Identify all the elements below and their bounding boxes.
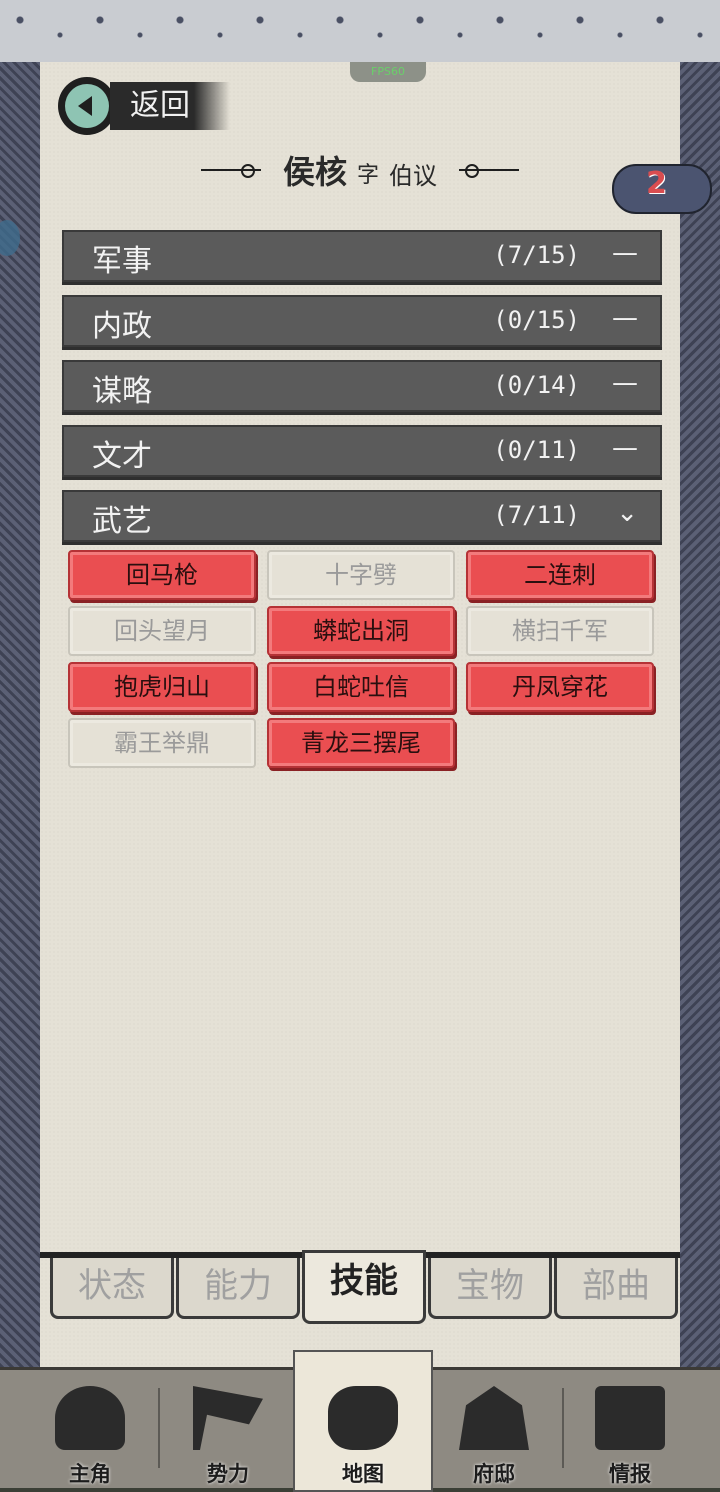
map-icon: [328, 1386, 398, 1450]
nav-label: 地图: [342, 1461, 384, 1486]
tab-bar: 状态 能力 技能 宝物 部曲: [40, 1250, 680, 1330]
nav-mansion[interactable]: 府邸: [426, 1370, 562, 1488]
skill-button[interactable]: 白蛇吐信: [267, 662, 455, 712]
nav-label: 情报: [609, 1461, 651, 1486]
back-arrow-icon: [58, 77, 116, 135]
category-bar[interactable]: 军事 (7/15) —: [62, 230, 662, 282]
nav-map[interactable]: 地图: [293, 1350, 433, 1492]
category-name: 谋略: [92, 374, 152, 409]
skill-button[interactable]: 横扫千军: [466, 606, 654, 656]
category-bar[interactable]: 谋略 (0/14) —: [62, 360, 662, 412]
skill-button[interactable]: 青龙三摆尾: [267, 718, 455, 768]
skill-button[interactable]: 十字劈: [267, 550, 455, 600]
collapse-dash-icon: —: [612, 238, 638, 268]
character-name: 侯核: [282, 153, 347, 191]
nav-intel[interactable]: 情报: [562, 1370, 698, 1488]
warrior-icon: [55, 1386, 125, 1450]
skill-button[interactable]: 二连刺: [466, 550, 654, 600]
scroll-icon: [595, 1386, 665, 1450]
flag-icon: [193, 1386, 263, 1450]
nav-label: 府邸: [473, 1461, 515, 1486]
nav-label: 势力: [207, 1461, 249, 1486]
category-name: 军事: [92, 244, 152, 279]
skill-button[interactable]: 回马枪: [68, 550, 256, 600]
category-count: (7/15): [493, 241, 580, 269]
title-ornament-right-icon: [459, 164, 520, 178]
nav-faction[interactable]: 势力: [160, 1370, 296, 1488]
nav-label: 主角: [69, 1461, 111, 1486]
courtesy-label: 字: [357, 163, 380, 188]
nav-hero[interactable]: 主角: [22, 1370, 158, 1488]
category-bar[interactable]: 文才 (0/11) —: [62, 425, 662, 477]
skill-button[interactable]: 抱虎归山: [68, 662, 256, 712]
category-name: 文才: [92, 439, 152, 474]
back-button[interactable]: 返回: [58, 76, 230, 136]
skill-button[interactable]: 丹凤穿花: [466, 662, 654, 712]
category-count: (0/11): [493, 436, 580, 464]
back-label: 返回: [110, 82, 230, 130]
skill-points-count: 2: [646, 166, 667, 201]
chevron-down-icon: ⌄: [616, 498, 638, 528]
bottom-navigation: 主角 势力 地图 府邸 情报: [0, 1350, 720, 1492]
courtesy-name: 伯议: [389, 161, 438, 190]
category-name: 内政: [92, 309, 152, 344]
skill-button[interactable]: 霸王举鼎: [68, 718, 256, 768]
category-count: (7/11): [493, 501, 580, 529]
category-bar[interactable]: 武艺 (7/11) ⌄: [62, 490, 662, 542]
collapse-dash-icon: —: [612, 368, 638, 398]
tab-status[interactable]: 状态: [50, 1258, 174, 1319]
tab-treasure[interactable]: 宝物: [428, 1258, 552, 1319]
top-decorative-border: [0, 0, 720, 66]
tab-skills[interactable]: 技能: [302, 1250, 426, 1324]
skill-points-badge[interactable]: 2: [612, 158, 712, 214]
mansion-icon: [459, 1386, 529, 1450]
fps-indicator: FPS60: [350, 62, 426, 82]
title-ornament-left-icon: [200, 164, 261, 178]
left-border: [0, 62, 43, 1367]
collapse-dash-icon: —: [612, 433, 638, 463]
collapse-dash-icon: —: [612, 303, 638, 333]
tab-troops[interactable]: 部曲: [554, 1258, 678, 1319]
category-count: (0/15): [493, 306, 580, 334]
category-name: 武艺: [92, 504, 152, 539]
category-count: (0/14): [493, 371, 580, 399]
skill-button[interactable]: 回头望月: [68, 606, 256, 656]
right-border: [677, 62, 720, 1367]
skill-button[interactable]: 蟒蛇出洞: [267, 606, 455, 656]
character-title: 侯核 字 伯议: [170, 145, 550, 195]
tab-ability[interactable]: 能力: [176, 1258, 300, 1319]
category-bar[interactable]: 内政 (0/15) —: [62, 295, 662, 347]
